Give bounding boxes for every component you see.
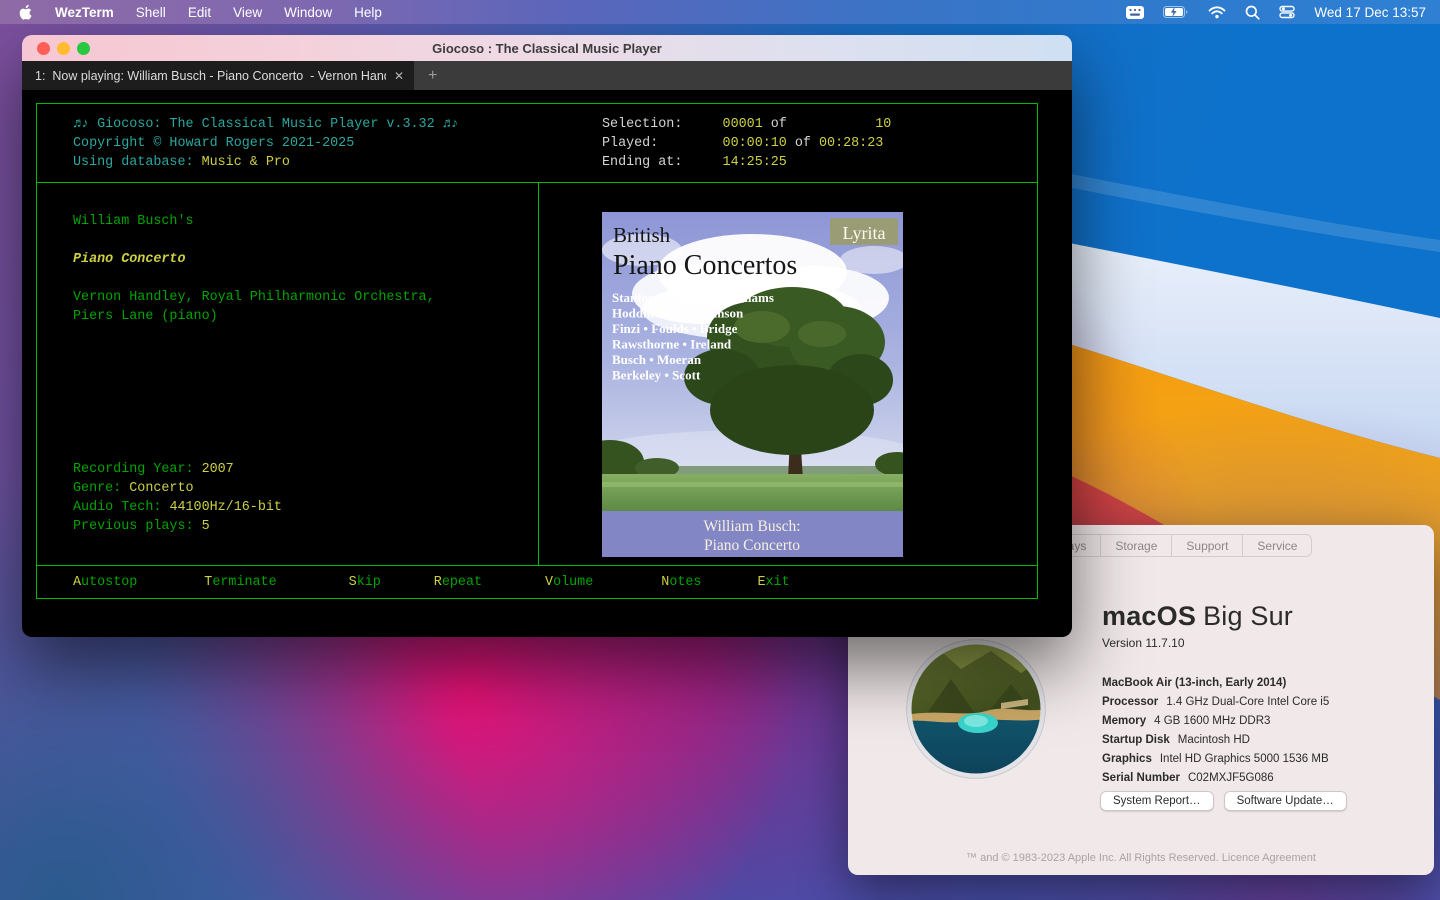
composer-name: William Busch's [73,212,435,231]
menubar-item-edit[interactable]: Edit [177,5,222,20]
album-caption-line1: William Busch: [703,518,800,535]
previous-plays-row: Previous plays: 5 [73,517,282,536]
new-tab-button[interactable]: + [414,61,451,90]
control-center-icon[interactable] [1279,4,1295,20]
album-art: Lyrita British Piano Concertos Stanford … [602,212,903,557]
menu-notes[interactable]: Notes [661,573,701,592]
os-version: Version 11.7.10 [1102,636,1422,650]
genre: Concerto [129,481,193,496]
os-title: macOSBig Sur [1102,601,1422,632]
album-title-line1: British [613,223,671,247]
software-update-button[interactable]: Software Update… [1224,791,1347,811]
big-sur-photo [906,639,1046,779]
menu-volume[interactable]: Volume [545,573,593,592]
tui-main: William Busch's Piano Concerto Vernon Ha… [37,183,1037,565]
spec-model: MacBook Air (13-inch, Early 2014) [1102,674,1422,693]
playback-status: Selection: 00001 of 10 Played: 00:00:10 … [602,115,891,172]
previous-plays: 5 [202,519,210,534]
tui-header: ♬♪ Giocoso: The Classical Music Player v… [37,104,1037,183]
menubar-item-view[interactable]: View [222,5,273,20]
wezterm-window: Giocoso : The Classical Music Player 1: … [22,35,1072,637]
selection-total: 10 [875,117,891,132]
menu-skip[interactable]: Skip [349,573,381,592]
played-total: 00:28:23 [819,136,883,151]
giocoso-tui: ♬♪ Giocoso: The Classical Music Player v… [36,103,1038,599]
apple-icon [18,4,32,21]
composers-line: Finzi • Foulds • Bridge [612,321,738,336]
label-name: Lyrita [843,223,886,243]
genre-row: Genre: Concerto [73,479,282,498]
composers-line: Busch • Moeran [612,352,702,367]
apple-menu[interactable] [14,4,44,21]
macos-menu-bar: WezTerm Shell Edit View Window Help Wed … [0,0,1440,24]
now-playing-panel: William Busch's Piano Concerto Vernon Ha… [73,212,435,326]
spec-row: Serial NumberC02MXJF5G086 [1102,769,1422,788]
spec-row: Startup DiskMacintosh HD [1102,731,1422,750]
menubar-app-name[interactable]: WezTerm [44,5,125,20]
spec-row: GraphicsIntel HD Graphics 5000 1536 MB [1102,750,1422,769]
tab-label: 1: Now playing: William Busch - Piano Co… [35,69,386,83]
terminal-tab-active[interactable]: 1: Now playing: William Busch - Piano Co… [22,61,414,90]
composers-line: Stanford • Vaughan Williams [612,290,774,305]
hardware-specs: MacBook Air (13-inch, Early 2014) Proces… [1102,674,1422,788]
panel-divider [538,183,539,565]
database-name: Music & Pro [202,155,290,170]
banner-title: ♬♪ Giocoso: The Classical Music Player v… [73,115,459,134]
menu-autostop[interactable]: Autostop [73,573,137,592]
terminal-screen[interactable]: ♬♪ Giocoso: The Classical Music Player v… [22,90,1072,637]
terminal-titlebar[interactable]: Giocoso : The Classical Music Player [22,35,1072,61]
audio-tech: 44100Hz/16-bit [169,500,282,515]
terminal-tab-bar: 1: Now playing: William Busch - Piano Co… [22,61,1072,90]
album-caption-line2: Piano Concerto [704,537,800,554]
spec-row: Memory4 GB 1600 MHz DDR3 [1102,712,1422,731]
performers-line2: Piers Lane (piano) [73,307,435,326]
tab-storage[interactable]: Storage [1100,535,1171,556]
ending-time: 14:25:25 [723,155,787,170]
banner-database: Using database: Music & Pro [73,153,459,172]
album-title-line2: Piano Concertos [613,250,797,281]
menu-terminate[interactable]: Terminate [204,573,276,592]
recording-year-row: Recording Year: 2007 [73,460,282,479]
composers-line: Hoddinott • Williamson [612,306,744,321]
composers-line: Berkeley • Scott [612,368,701,383]
search-icon[interactable] [1245,5,1260,20]
spec-row: Processor1.4 GHz Dual-Core Intel Core i5 [1102,693,1422,712]
tab-service[interactable]: Service [1242,535,1311,556]
status-ending: Ending at: 14:25:25 [602,153,891,172]
tui-menu-bar: Autostop Terminate Skip Repeat Volume No… [37,565,1037,598]
banner-copyright: Copyright © Howard Rogers 2021-2025 [73,134,459,153]
menubar-item-window[interactable]: Window [273,5,343,20]
os-name: macOS [1102,601,1196,631]
menu-bar-clock[interactable]: Wed 17 Dec 13:57 [1314,5,1426,20]
composers-line: Rawsthorne • Ireland [612,337,732,352]
tab-close-icon[interactable]: ✕ [386,69,404,83]
status-selection: Selection: 00001 of 10 [602,115,891,134]
recording-metadata: Recording Year: 2007 Genre: Concerto Aud… [73,460,282,536]
system-report-button[interactable]: System Report… [1100,791,1214,811]
menubar-item-help[interactable]: Help [343,5,393,20]
giocoso-banner: ♬♪ Giocoso: The Classical Music Player v… [73,115,459,172]
recording-year: 2007 [202,462,234,477]
menu-repeat[interactable]: Repeat [434,573,482,592]
os-release: Big Sur [1203,601,1293,631]
about-footer-legal: ™ and © 1983-2023 Apple Inc. All Rights … [848,852,1434,864]
wifi-icon[interactable] [1208,6,1226,19]
minimize-window-button[interactable] [57,42,70,55]
menubar-item-shell[interactable]: Shell [125,5,177,20]
audio-tech-row: Audio Tech: 44100Hz/16-bit [73,498,282,517]
zoom-window-button[interactable] [77,42,90,55]
close-window-button[interactable] [37,42,50,55]
performers-line1: Vernon Handley, Royal Philharmonic Orche… [73,288,435,307]
menu-exit[interactable]: Exit [757,573,789,592]
keyboard-icon[interactable] [1126,6,1144,19]
played-elapsed: 00:00:10 [723,136,787,151]
tab-support[interactable]: Support [1171,535,1242,556]
status-played: Played: 00:00:10 of 00:28:23 [602,134,891,153]
selection-value: 00001 [723,117,763,132]
work-title: Piano Concerto [73,250,435,269]
traffic-lights [37,42,90,55]
window-title: Giocoso : The Classical Music Player [432,41,662,56]
battery-charging-icon[interactable] [1163,6,1189,18]
